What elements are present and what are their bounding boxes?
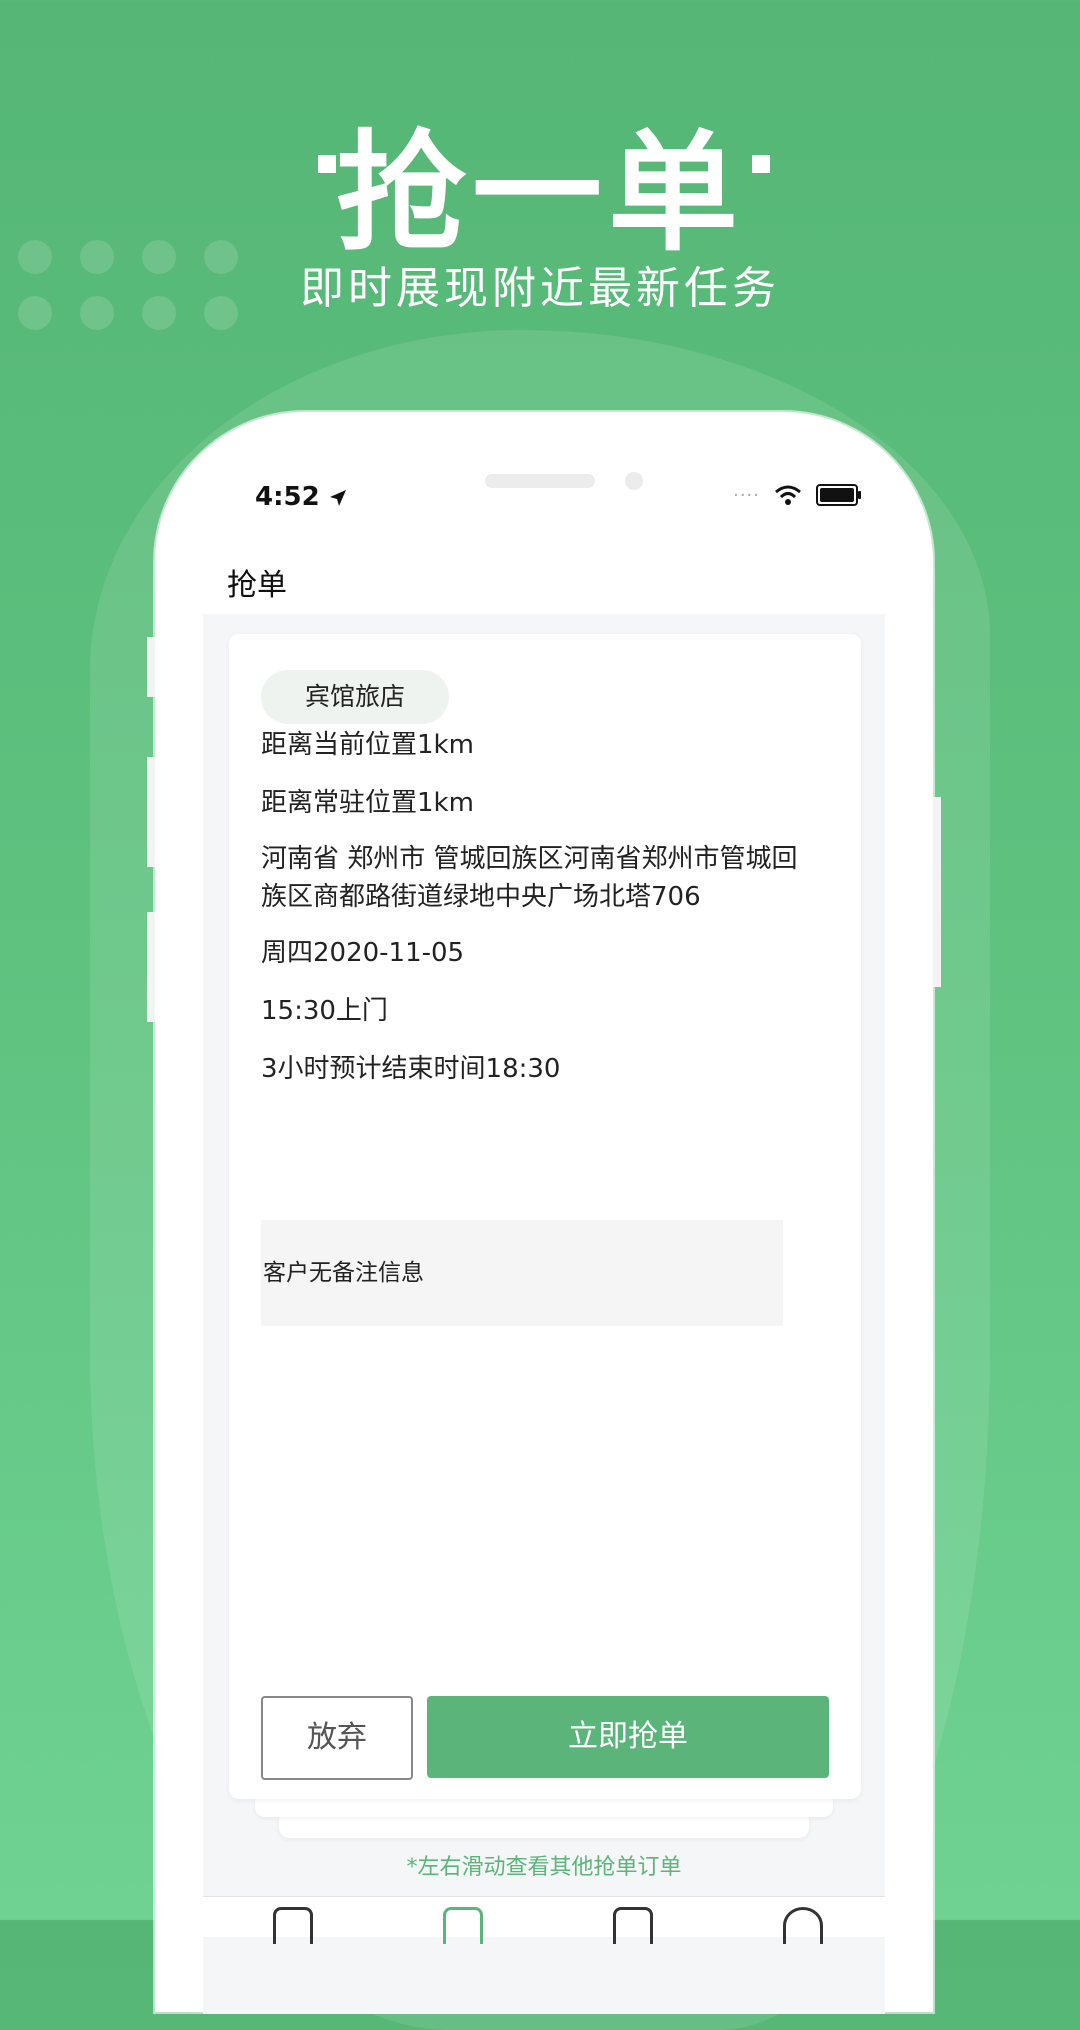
visit-time: 15:30上门 <box>261 996 388 1026</box>
signal-dots-icon: ···· <box>733 484 760 506</box>
order-address: 河南省 郑州市 管城回族区河南省郑州市管城回族区商都路街道绿地中央广场北塔706 <box>261 844 798 912</box>
abandon-button[interactable]: 放弃 <box>261 1696 413 1780</box>
order-date: 周四2020-11-05 <box>261 938 465 968</box>
phone-mockup: 4:52 ···· 抢单 宾馆旅店 距离当前位置1km 距离常驻位置1km 河南… <box>147 412 941 2014</box>
service-duration: 3小时预计结束时间18:30 <box>261 1054 561 1084</box>
page-title: 抢单 <box>227 568 287 603</box>
distance-current: 距离当前位置1km <box>261 730 474 760</box>
phone-side-button <box>147 637 155 697</box>
card-stack-shadow <box>279 1814 809 1838</box>
phone-camera <box>625 472 643 490</box>
hero-subtitle: 即时展现附近最新任务 <box>300 263 780 314</box>
battery-icon <box>816 484 861 506</box>
swipe-hint: *左右滑动查看其他抢单订单 <box>406 1855 682 1880</box>
phone-side-button <box>933 797 941 987</box>
category-tag: 宾馆旅店 <box>261 670 450 724</box>
wifi-icon <box>775 485 801 505</box>
order-card[interactable]: 宾馆旅店 距离当前位置1km 距离常驻位置1km 河南省 郑州市 管城回族区河南… <box>229 634 861 1799</box>
hero-title: 抢一单 <box>335 117 744 269</box>
location-arrow-icon <box>329 489 346 506</box>
grab-tab-icon[interactable] <box>443 1907 483 1944</box>
distance-resident: 距离常驻位置1km <box>261 788 474 818</box>
orders-tab-icon[interactable] <box>613 1907 653 1944</box>
status-time: 4:52 <box>255 482 347 512</box>
phone-side-button <box>147 757 155 867</box>
phone-speaker <box>485 474 595 488</box>
hero-dot-right <box>752 155 770 173</box>
customer-remark: 客户无备注信息 <box>261 1220 783 1326</box>
grab-order-button[interactable]: 立即抢单 <box>427 1696 829 1778</box>
tab-bar <box>203 1896 885 1944</box>
phone-side-button <box>147 912 155 1022</box>
status-icons: ···· <box>733 484 861 506</box>
home-tab-icon[interactable] <box>273 1907 313 1944</box>
order-list-area[interactable]: 宾馆旅店 距离当前位置1km 距离常驻位置1km 河南省 郑州市 管城回族区河南… <box>203 614 885 2014</box>
profile-tab-icon[interactable] <box>783 1907 823 1944</box>
